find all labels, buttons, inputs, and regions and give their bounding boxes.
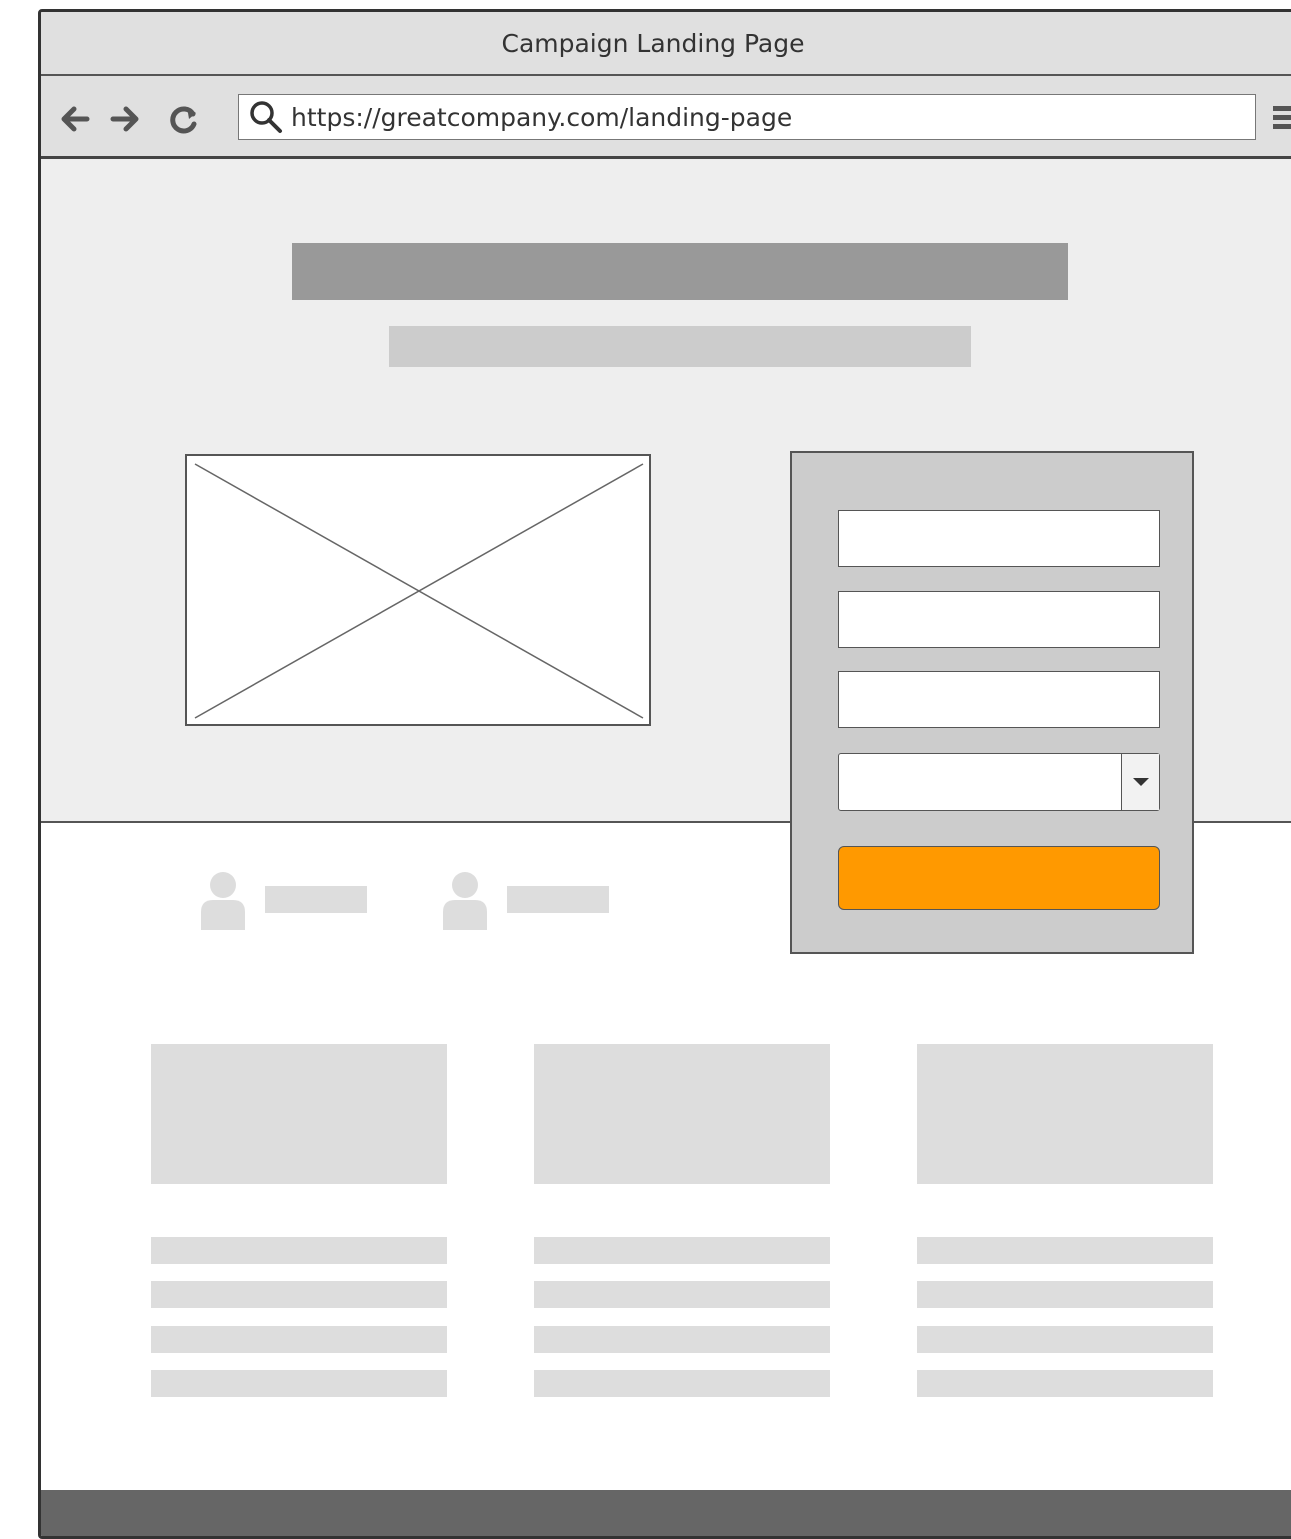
browser-window: Campaign Landing Page https://greatcompa… [38, 9, 1291, 1539]
feature-text-line [151, 1281, 447, 1308]
feature-text-line [917, 1237, 1213, 1264]
address-bar[interactable]: https://greatcompany.com/landing-page [238, 94, 1256, 140]
feature-text-line [151, 1237, 447, 1264]
dropdown-toggle[interactable] [1121, 754, 1159, 810]
image-placeholder-icon [194, 463, 644, 719]
browser-toolbar: https://greatcompany.com/landing-page [41, 76, 1291, 159]
feature-text-line [917, 1326, 1213, 1353]
url-text: https://greatcompany.com/landing-page [291, 102, 793, 132]
feature-text-line [917, 1370, 1213, 1397]
hero-subheadline-placeholder [389, 326, 971, 367]
testimonial-name-placeholder [265, 886, 367, 913]
arrow-left-icon[interactable] [57, 102, 91, 136]
feature-text-line [534, 1237, 830, 1264]
form-input-2[interactable] [838, 591, 1160, 648]
search-icon [250, 101, 282, 133]
feature-image-placeholder [917, 1044, 1213, 1184]
form-input-3[interactable] [838, 671, 1160, 728]
image-placeholder [185, 454, 651, 726]
arrow-right-icon[interactable] [109, 102, 143, 136]
feature-text-line [534, 1370, 830, 1397]
hero-headline-placeholder [292, 243, 1068, 300]
reload-icon[interactable] [167, 102, 201, 136]
feature-image-placeholder [151, 1044, 447, 1184]
caret-down-icon [1132, 778, 1149, 786]
submit-button[interactable] [838, 846, 1160, 910]
feature-text-line [534, 1326, 830, 1353]
feature-image-placeholder [534, 1044, 830, 1184]
feature-text-line [917, 1281, 1213, 1308]
testimonial-name-placeholder [507, 886, 609, 913]
lead-form [790, 451, 1194, 954]
window-title: Campaign Landing Page [501, 28, 805, 58]
form-dropdown[interactable] [838, 753, 1160, 811]
feature-text-line [534, 1281, 830, 1308]
hamburger-menu-icon[interactable] [1271, 100, 1291, 136]
feature-text-line [151, 1370, 447, 1397]
form-input-1[interactable] [838, 510, 1160, 567]
title-bar: Campaign Landing Page [41, 12, 1291, 76]
page-footer [41, 1490, 1291, 1536]
feature-text-line [151, 1326, 447, 1353]
user-icon [443, 872, 487, 930]
user-icon [201, 872, 245, 930]
